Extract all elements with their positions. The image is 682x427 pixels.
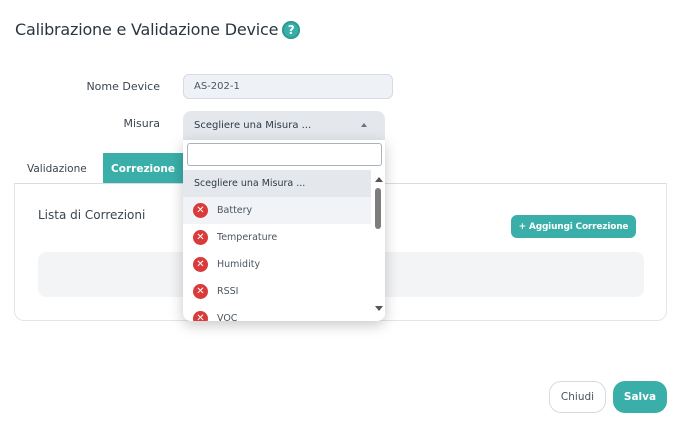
option-label: Battery [217, 205, 253, 216]
add-correzione-button[interactable]: + Aggiungi Correzione [511, 215, 636, 238]
scroll-up-arrow-icon[interactable] [375, 177, 383, 182]
error-icon: ✕ [193, 230, 208, 245]
dropdown-scrollbar[interactable] [371, 170, 385, 321]
nome-device-field[interactable] [183, 74, 393, 99]
option-label: VOC [217, 313, 238, 321]
nome-device-label: Nome Device [86, 80, 160, 93]
help-icon[interactable]: ? [282, 20, 301, 39]
dropdown-option[interactable]: ✕ Temperature [183, 224, 371, 251]
misura-dropdown: Scegliere una Misura ... ✕ Battery ✕ Tem… [183, 140, 385, 321]
dropdown-search-input[interactable] [187, 143, 382, 166]
panel-title: Lista di Correzioni [38, 208, 146, 222]
misura-label: Misura [123, 117, 160, 130]
misura-selected-value: Scegliere una Misura ... [194, 120, 312, 131]
page-title: Calibrazione e Validazione Device [15, 20, 279, 39]
dropdown-option[interactable]: ✕ Humidity [183, 251, 371, 278]
tab-correzione[interactable]: Correzione [103, 153, 183, 184]
dropdown-option[interactable]: ✕ RSSI [183, 278, 371, 305]
misura-select[interactable]: Scegliere una Misura ... [183, 111, 385, 140]
error-icon: ✕ [193, 203, 208, 218]
scrollbar-thumb[interactable] [375, 188, 381, 229]
tab-bar: Validazione Correzione [15, 153, 183, 184]
modal-header: Calibrazione e Validazione Device ? [15, 20, 301, 39]
tab-validazione[interactable]: Validazione [15, 153, 103, 184]
scroll-down-arrow-icon[interactable] [375, 306, 383, 311]
option-label: Scegliere una Misura ... [194, 178, 306, 189]
option-label: RSSI [217, 286, 239, 297]
error-icon: ✕ [193, 257, 208, 272]
error-icon: ✕ [193, 284, 208, 299]
dropdown-option[interactable]: Scegliere una Misura ... [183, 170, 371, 197]
dropdown-option[interactable]: ✕ VOC [183, 305, 371, 321]
dropdown-options: Scegliere una Misura ... ✕ Battery ✕ Tem… [183, 170, 371, 321]
option-label: Humidity [217, 259, 261, 270]
close-button[interactable]: Chiudi [549, 381, 606, 413]
save-button[interactable]: Salva [613, 381, 667, 413]
error-icon: ✕ [193, 311, 208, 321]
dropdown-option[interactable]: ✕ Battery [183, 197, 371, 224]
option-label: Temperature [217, 232, 278, 243]
caret-up-icon[interactable] [361, 123, 367, 127]
